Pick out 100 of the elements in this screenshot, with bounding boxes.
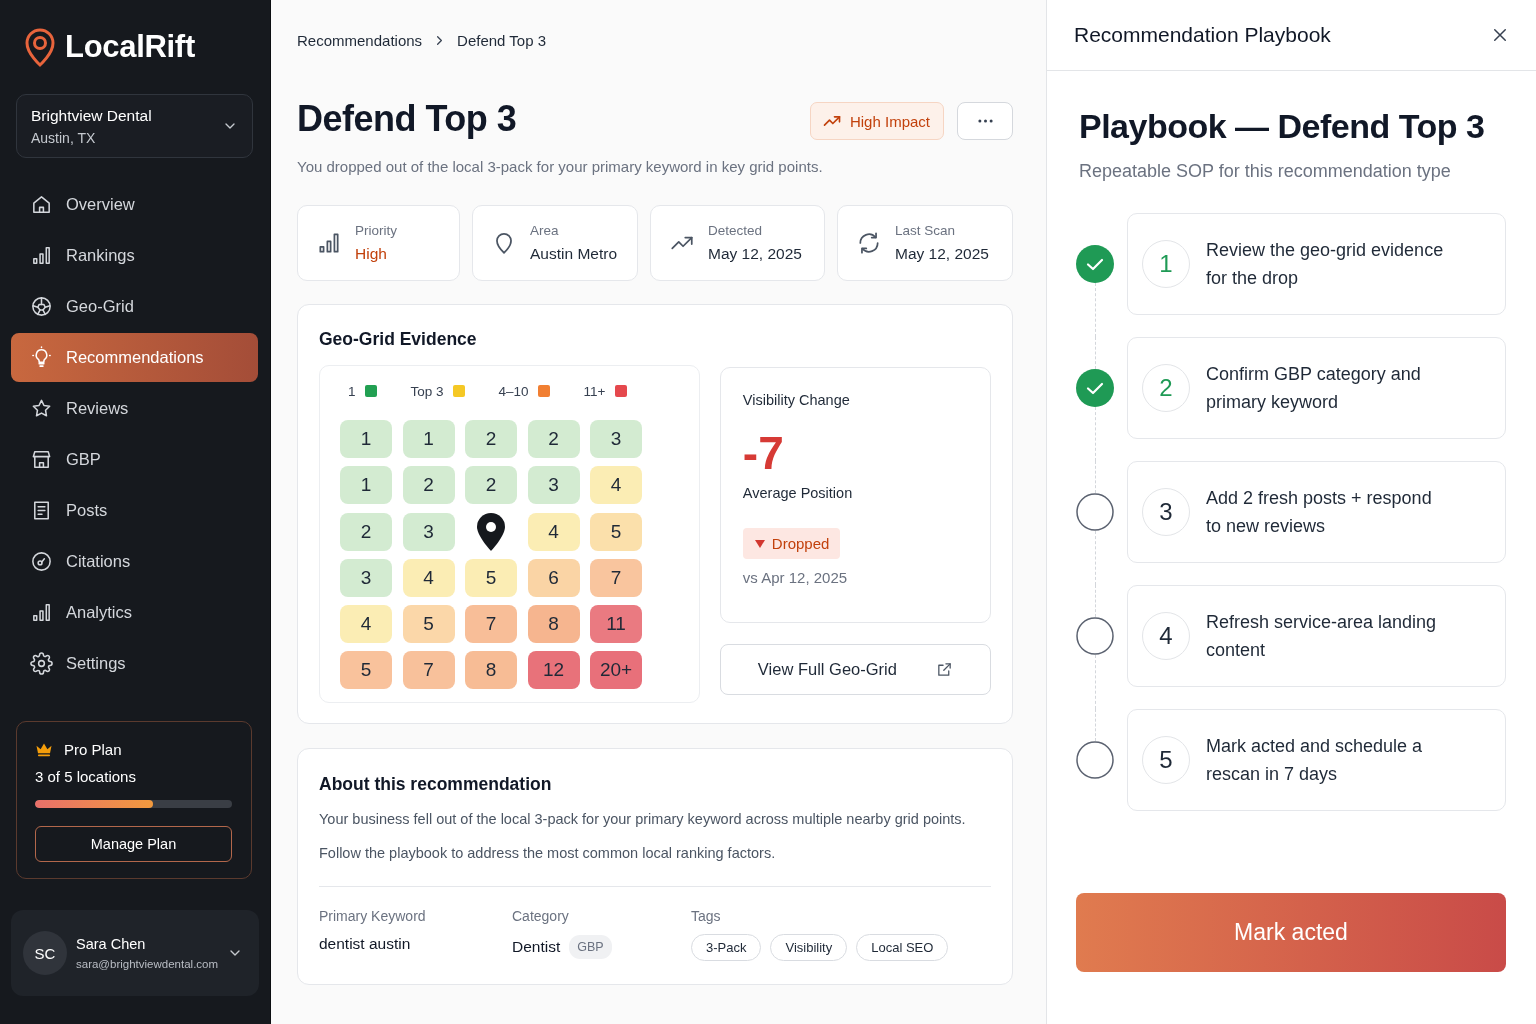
manage-plan-button[interactable]: Manage Plan xyxy=(35,826,232,862)
bar-chart-icon xyxy=(316,230,342,256)
empty-circle-icon[interactable] xyxy=(1076,617,1114,655)
visibility-label: Average Position xyxy=(742,484,853,502)
logo-text: LocalRift xyxy=(65,29,195,65)
rank-cell: 3 xyxy=(527,466,580,505)
view-geo-grid-button[interactable]: View Full Geo-Grid xyxy=(719,644,991,695)
panel-title: Recommendation Playbook xyxy=(1074,23,1331,47)
location-city: Austin, TX xyxy=(31,129,97,146)
rank-cell: 7 xyxy=(590,558,642,597)
rank-cell: 8 xyxy=(527,605,580,644)
rank-cell: 20+ xyxy=(590,651,642,690)
storefront-icon xyxy=(30,448,53,471)
location-selector[interactable]: Brightview Dental Austin, TX xyxy=(16,94,253,158)
circle-note-icon xyxy=(30,550,53,573)
nav-item[interactable]: Overview xyxy=(11,180,258,229)
rank-cell: 12 xyxy=(527,651,580,690)
user-card[interactable]: SC Sara Chen sara@brightviewdental.com xyxy=(11,910,259,996)
page-subtitle: You dropped out of the local 3-pack for your primary keyword in key grid points. xyxy=(297,157,824,177)
field-label: Category xyxy=(512,907,570,925)
rank-cell: 5 xyxy=(465,558,517,597)
nav-item[interactable]: Settings xyxy=(11,639,258,688)
user-name: Sara Chen xyxy=(76,936,147,952)
rank-cell: 4 xyxy=(527,512,580,551)
breadcrumb-link[interactable]: Recommendations xyxy=(297,31,423,49)
rank-cell: 1 xyxy=(340,466,392,505)
step-text: Refresh service-area landing content xyxy=(1206,611,1438,662)
section-title: About this recommendation xyxy=(319,775,553,793)
rank-cell: 6 xyxy=(527,558,580,597)
bar-chart-icon xyxy=(30,601,53,624)
legend-label: Top 3 xyxy=(410,383,444,399)
step-text: Add 2 fresh posts + respond to new reviews xyxy=(1206,487,1433,538)
avatar: SC xyxy=(23,931,67,975)
description-text: Follow the playbook to address the most common local ranking factors. xyxy=(319,844,777,863)
more-icon xyxy=(977,119,993,123)
rank-cell: 2 xyxy=(340,512,392,551)
source-badge: GBP xyxy=(569,935,612,959)
category-value: Dentist xyxy=(512,938,561,956)
rank-cell: 2 xyxy=(527,420,580,458)
nav-item[interactable]: Recommendations xyxy=(11,333,258,382)
rank-cell: 2 xyxy=(402,466,455,505)
rank-cell: 7 xyxy=(465,605,517,644)
nav-item[interactable]: Citations xyxy=(11,537,258,586)
comparison-date: vs Apr 12, 2025 xyxy=(742,569,848,587)
rank-cell: 3 xyxy=(340,558,392,597)
close-icon xyxy=(1491,26,1509,44)
empty-circle-icon[interactable] xyxy=(1076,493,1114,531)
breadcrumb-link[interactable]: Defend Top 3 xyxy=(457,31,547,49)
step-text: Review the geo-grid evidence for the drop xyxy=(1206,239,1445,290)
description-text: Your business fell out of the local 3-pack for your primary keyword across multiple nearby grid points. xyxy=(319,810,967,829)
nav-item[interactable]: Rankings xyxy=(11,231,258,280)
impact-text: High Impact xyxy=(849,112,930,130)
map-pin-logo-icon xyxy=(24,27,56,67)
stat-value: Austin Metro xyxy=(530,245,617,263)
visibility-title: Visibility Change xyxy=(742,391,850,409)
drop-status-text: Dropped xyxy=(771,535,830,552)
mark-acted-button[interactable]: Mark acted xyxy=(1076,893,1506,972)
nav-item[interactable]: GBP xyxy=(11,435,258,484)
rank-cell: 5 xyxy=(590,512,642,551)
plan-usage: 3 of 5 locations xyxy=(35,768,137,786)
settings-icon xyxy=(30,652,53,675)
globe-icon xyxy=(30,295,53,318)
home-icon xyxy=(30,193,53,216)
plan-name: Pro Plan xyxy=(64,740,122,758)
visibility-value: -7 xyxy=(742,429,784,477)
rank-cell: 11 xyxy=(590,605,642,644)
playbook-subtitle: Repeatable SOP for this recommendation type xyxy=(1079,160,1452,182)
rank-cell: 3 xyxy=(402,512,455,551)
field-label: Primary Keyword xyxy=(319,907,427,925)
user-email: sara@brightviewdental.com xyxy=(76,958,218,970)
rank-cell: 7 xyxy=(402,651,455,690)
stat-value: High xyxy=(355,245,388,263)
rank-cell: 8 xyxy=(465,651,517,690)
stat-value: May 12, 2025 xyxy=(895,245,989,263)
section-title: Geo-Grid Evidence xyxy=(319,329,478,349)
rank-cell: 1 xyxy=(402,420,455,458)
keyword-value: dentist austin xyxy=(319,935,412,953)
checked-circle-icon[interactable] xyxy=(1076,245,1114,283)
stat-label: Priority xyxy=(355,223,397,238)
checked-circle-icon[interactable] xyxy=(1076,369,1114,407)
stat-label: Area xyxy=(530,223,560,238)
nav-item[interactable]: Geo-Grid xyxy=(11,282,258,331)
lightbulb-icon xyxy=(30,346,53,369)
step-text: Confirm GBP category and primary keyword xyxy=(1206,363,1422,414)
nav-item[interactable]: Posts xyxy=(11,486,258,535)
external-link-icon xyxy=(936,661,953,678)
nav-item[interactable]: Analytics xyxy=(11,588,258,637)
stat-value: May 12, 2025 xyxy=(708,245,802,263)
rank-cell: 2 xyxy=(465,420,517,458)
nav-item[interactable]: Reviews xyxy=(11,384,258,433)
crown-icon xyxy=(35,741,53,757)
stat-label: Last Scan xyxy=(895,223,957,238)
rank-cell: 4 xyxy=(340,605,392,644)
rank-cell: 1 xyxy=(340,420,392,458)
rank-cell: 5 xyxy=(402,605,455,644)
empty-circle-icon[interactable] xyxy=(1076,741,1114,779)
rank-cell: 5 xyxy=(340,651,392,690)
rank-cell: 3 xyxy=(590,420,642,458)
legend-label: 1 xyxy=(348,383,356,399)
location-name: Brightview Dental xyxy=(31,106,152,125)
